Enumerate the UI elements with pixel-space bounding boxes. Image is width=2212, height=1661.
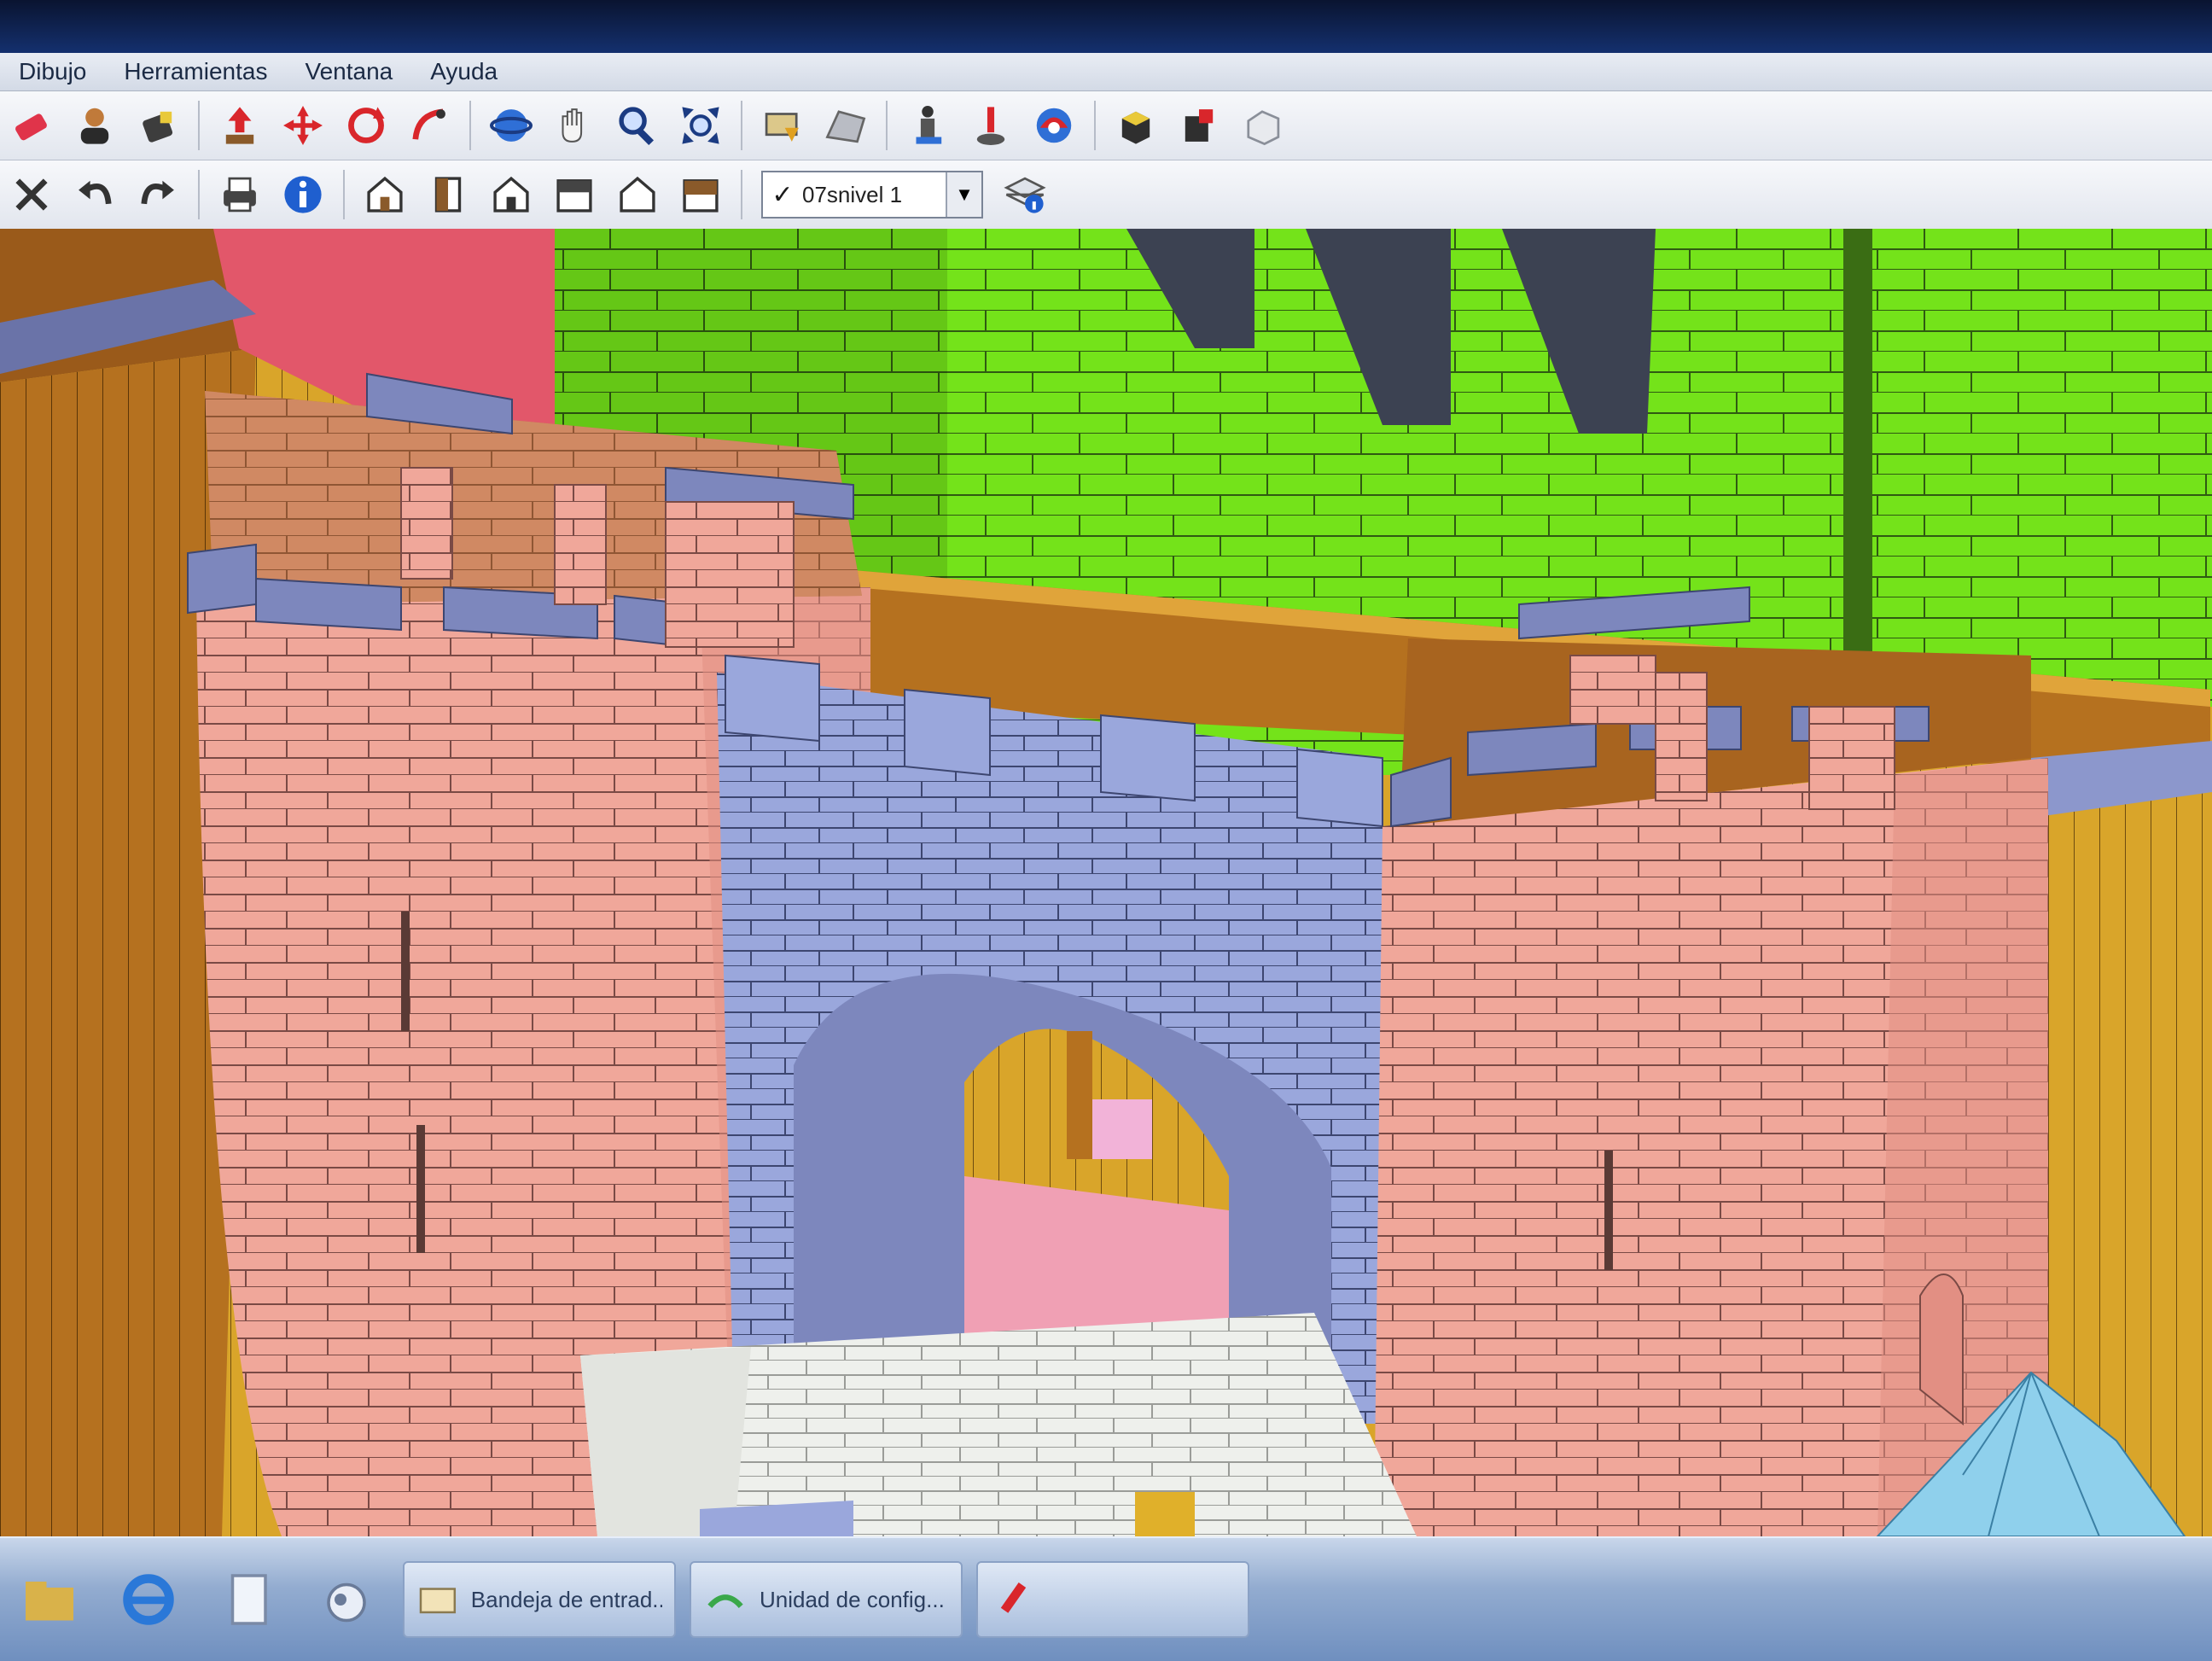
- window-frame-top: [0, 0, 2212, 53]
- delete-icon[interactable]: [5, 168, 58, 221]
- menu-ayuda[interactable]: Ayuda: [411, 53, 516, 90]
- menu-herramientas[interactable]: Herramientas: [105, 53, 286, 90]
- components-icon[interactable]: [1109, 99, 1162, 152]
- extension-icon[interactable]: [1236, 99, 1289, 152]
- menu-dibujo[interactable]: Dibujo: [0, 53, 105, 90]
- toolbar-separator: [886, 101, 888, 150]
- pan-icon[interactable]: [548, 99, 601, 152]
- position-camera-icon[interactable]: [964, 99, 1017, 152]
- redo-icon[interactable]: [131, 168, 184, 221]
- taskbar-button-mail[interactable]: Bandeja de entrad...: [403, 1561, 676, 1638]
- drive-icon: [707, 1594, 743, 1609]
- top-view-icon[interactable]: [422, 168, 474, 221]
- mail-icon: [419, 1588, 457, 1614]
- walk-icon[interactable]: [901, 99, 954, 152]
- toolbar-separator: [198, 170, 200, 219]
- left-view-icon[interactable]: [674, 168, 727, 221]
- warehouse-icon[interactable]: [1173, 99, 1225, 152]
- zoom-icon[interactable]: [611, 99, 664, 152]
- print-icon[interactable]: [213, 168, 266, 221]
- menu-ventana[interactable]: Ventana: [286, 53, 411, 90]
- document-icon[interactable]: [213, 1565, 282, 1634]
- back-view-icon[interactable]: [611, 168, 664, 221]
- pencil-icon: [1000, 1582, 1027, 1613]
- user-icon[interactable]: [68, 99, 121, 152]
- push-pull-icon[interactable]: [213, 99, 266, 152]
- look-around-icon[interactable]: [1027, 99, 1080, 152]
- layer-manager-icon[interactable]: [998, 168, 1051, 221]
- add-location-icon[interactable]: [756, 99, 809, 152]
- iso-view-icon[interactable]: [358, 168, 411, 221]
- layer-dropdown[interactable]: ✓ 07snivel 1 ▼: [761, 171, 983, 219]
- media-icon[interactable]: [312, 1565, 381, 1634]
- model-info-icon[interactable]: [276, 168, 329, 221]
- rotate-icon[interactable]: [340, 99, 393, 152]
- layer-selected-label: 07snivel 1: [802, 181, 903, 207]
- layer-visible-check: ✓: [771, 180, 794, 209]
- toolbar-separator: [741, 170, 742, 219]
- zoom-extents-icon[interactable]: [674, 99, 727, 152]
- eraser-icon[interactable]: [5, 99, 58, 152]
- front-view-icon[interactable]: [485, 168, 538, 221]
- toolbar-main: [0, 91, 2212, 160]
- toolbar-separator: [469, 101, 471, 150]
- follow-me-icon[interactable]: [403, 99, 456, 152]
- taskbar-button-config[interactable]: Unidad de config...: [690, 1561, 963, 1638]
- browser-icon[interactable]: [114, 1565, 183, 1634]
- menu-bar: Dibujo Herramientas Ventana Ayuda: [0, 53, 2212, 91]
- right-view-icon[interactable]: [548, 168, 601, 221]
- taskbar-button-label: Bandeja de entrad...: [470, 1586, 662, 1612]
- toolbar-separator: [198, 101, 200, 150]
- paint-bucket-icon[interactable]: [131, 99, 184, 152]
- taskbar-button-sketchup[interactable]: [976, 1561, 1249, 1638]
- orbit-icon[interactable]: [485, 99, 538, 152]
- castle-model-render: [0, 229, 2212, 1536]
- toolbar-separator: [1094, 101, 1096, 150]
- terrain-icon[interactable]: [819, 99, 872, 152]
- model-viewport[interactable]: [0, 229, 2212, 1536]
- toolbar-separator: [343, 170, 345, 219]
- taskbar-button-label: Unidad de config...: [760, 1586, 945, 1612]
- folder-icon[interactable]: [15, 1565, 84, 1634]
- toolbar-views: ✓ 07snivel 1 ▼: [0, 160, 2212, 230]
- move-icon[interactable]: [276, 99, 329, 152]
- chevron-down-icon[interactable]: ▼: [946, 172, 981, 217]
- undo-icon[interactable]: [68, 168, 121, 221]
- toolbar-separator: [741, 101, 742, 150]
- taskbar: Bandeja de entrad... Unidad de config...: [0, 1536, 2212, 1661]
